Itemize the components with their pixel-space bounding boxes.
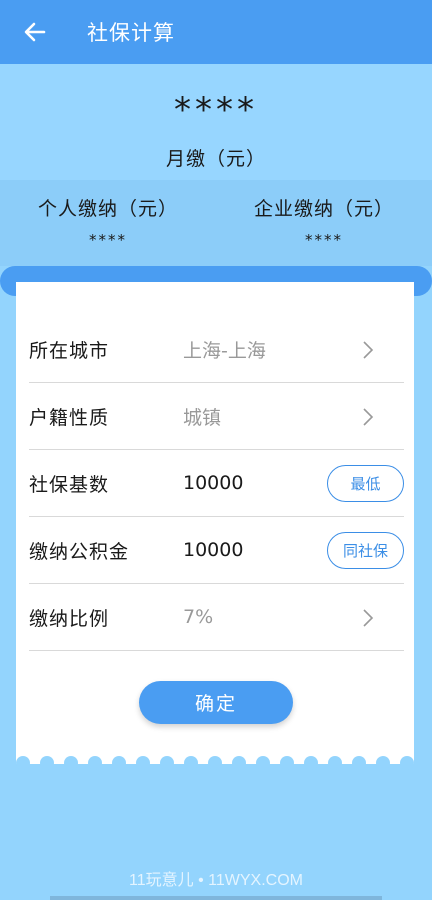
personal-contribution-value: **** (89, 231, 127, 249)
social-security-base-row: 社保基数 10000 最低 (29, 450, 404, 517)
household-type-label: 户籍性质 (29, 406, 110, 429)
chevron-right-icon (363, 609, 374, 627)
city-row[interactable]: 所在城市 上海-上海 (29, 316, 404, 383)
monthly-total-panel: **** 月缴（元） (0, 64, 432, 180)
page-title: 社保计算 (87, 21, 175, 45)
contribution-ratio-label: 缴纳比例 (29, 607, 110, 630)
arrow-left-icon (24, 22, 46, 42)
monthly-total-label: 月缴（元） (165, 148, 266, 170)
chevron-right-icon (363, 341, 374, 359)
minimum-button[interactable]: 最低 (327, 465, 404, 502)
confirm-button[interactable]: 确定 (139, 681, 293, 724)
monthly-total-value: **** (174, 90, 258, 130)
card-scalloped-edge (16, 756, 414, 776)
bottom-strip (50, 896, 382, 900)
contribution-ratio-row[interactable]: 缴纳比例 7% (29, 584, 404, 651)
household-type-row[interactable]: 户籍性质 城镇 (29, 383, 404, 450)
company-contribution-label: 企业缴纳（元） (253, 198, 394, 220)
chevron-right-icon (363, 408, 374, 426)
back-button[interactable] (0, 0, 70, 64)
same-as-social-security-button[interactable]: 同社保 (327, 532, 404, 569)
contribution-split-panel: 个人缴纳（元） **** 企业缴纳（元） **** (0, 180, 432, 266)
housing-fund-row: 缴纳公积金 10000 同社保 (29, 517, 404, 584)
personal-contribution-label: 个人缴纳（元） (37, 198, 178, 220)
city-label: 所在城市 (29, 339, 110, 362)
company-contribution-value: **** (305, 231, 343, 249)
watermark: 11玩意儿 • 11WYX.COM (129, 872, 303, 889)
housing-fund-label: 缴纳公积金 (29, 540, 130, 563)
app-bar: 社保计算 (0, 0, 432, 64)
personal-contribution: 个人缴纳（元） **** (0, 194, 216, 249)
company-contribution: 企业缴纳（元） **** (216, 194, 432, 249)
social-security-base-label: 社保基数 (29, 473, 110, 496)
form-rows: 所在城市 上海-上海 户籍性质 城镇 社保基数 10000 最低 缴纳公积金 1… (29, 316, 404, 651)
